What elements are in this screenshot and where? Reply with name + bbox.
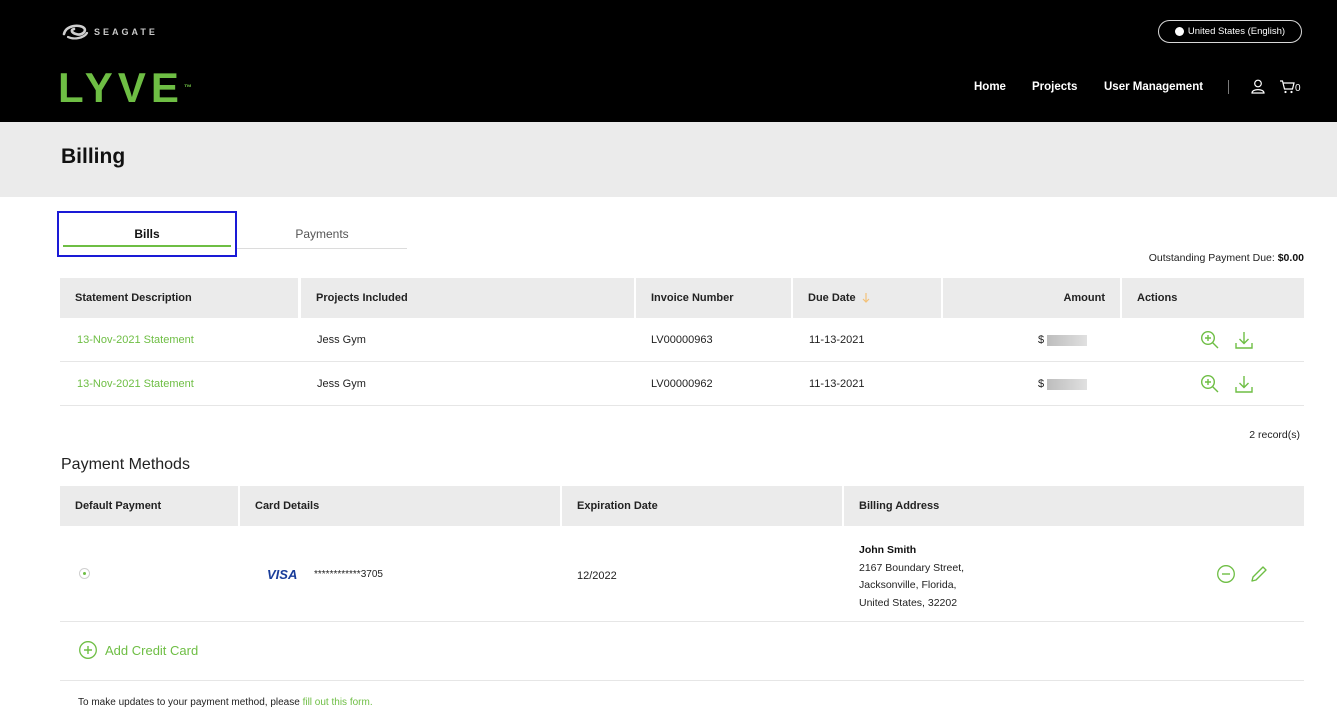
due-date-cell: 11-13-2021 xyxy=(809,378,865,390)
trademark-symbol: ™ xyxy=(183,83,192,92)
download-icon[interactable] xyxy=(1234,330,1254,350)
divider xyxy=(60,680,1304,681)
redacted-amount xyxy=(1047,378,1088,390)
tab-active-indicator xyxy=(63,245,231,247)
add-credit-card-button[interactable]: Add Credit Card xyxy=(78,640,198,660)
zoom-in-icon[interactable] xyxy=(1200,330,1220,350)
table-row: 13-Nov-2021 Statement Jess Gym LV0000096… xyxy=(60,318,1304,362)
bills-table-header: Statement Description Projects Included … xyxy=(60,278,1304,318)
outstanding-value: $0.00 xyxy=(1277,252,1304,264)
redacted-amount xyxy=(1047,334,1088,346)
sort-arrow-down-icon[interactable] xyxy=(861,292,871,304)
globe-icon xyxy=(1174,27,1184,36)
statement-link[interactable]: 13-Nov-2021 Statement xyxy=(77,318,194,362)
user-icon[interactable] xyxy=(1251,79,1265,94)
edit-pencil-icon[interactable] xyxy=(1249,564,1269,584)
zoom-in-icon[interactable] xyxy=(1200,374,1220,394)
language-selector[interactable]: United States (English) xyxy=(1158,20,1302,43)
add-credit-card-label: Add Credit Card xyxy=(105,642,199,658)
address-line: Jacksonville, Florida, xyxy=(859,579,957,591)
col-card-details: Card Details xyxy=(240,486,560,526)
col-statement-description[interactable]: Statement Description xyxy=(60,278,298,318)
seagate-logo[interactable]: SEAGATE xyxy=(60,22,158,42)
top-header: SEAGATE LYVE™ United States (English) Ho… xyxy=(0,0,1337,122)
page-title-band: Billing xyxy=(0,122,1337,197)
lyve-logo[interactable]: LYVE™ xyxy=(58,66,192,110)
page-title: Billing xyxy=(61,145,126,168)
col-expiration-date: Expiration Date xyxy=(562,486,842,526)
col-billing-address: Billing Address xyxy=(844,486,1304,526)
tab-payments-label: Payments xyxy=(295,227,349,241)
outstanding-payment: Outstanding Payment Due: $0.00 xyxy=(1149,252,1304,264)
expiration-date: 12/2022 xyxy=(577,570,617,582)
nav-projects[interactable]: Projects xyxy=(1032,79,1077,95)
address-name: John Smith xyxy=(859,544,917,556)
lyve-wordmark: LYVE xyxy=(58,64,184,111)
visa-logo: VISA xyxy=(267,567,298,582)
due-date-cell: 11-13-2021 xyxy=(809,334,865,346)
col-due-date-label: Due Date xyxy=(808,292,856,304)
nav-user-management[interactable]: User Management xyxy=(1104,79,1203,95)
payment-methods-header: Default Payment Card Details Expiration … xyxy=(60,486,1304,526)
amount-cell: $ xyxy=(1038,362,1088,406)
outstanding-label: Outstanding Payment Due: xyxy=(1148,252,1275,264)
projects-cell: Jess Gym xyxy=(317,378,366,390)
cart-icon xyxy=(1280,80,1295,94)
col-amount[interactable]: Amount xyxy=(943,278,1120,318)
table-row: 13-Nov-2021 Statement Jess Gym LV0000096… xyxy=(60,362,1304,406)
card-number: ************3705 xyxy=(314,569,383,580)
col-invoice-number[interactable]: Invoice Number xyxy=(636,278,791,318)
address-line: United States, 32202 xyxy=(859,596,958,609)
footer-note-text: To make updates to your payment method, … xyxy=(78,697,303,708)
amount-cell: $ xyxy=(1038,318,1088,362)
amount-currency: $ xyxy=(1038,378,1045,390)
col-due-date[interactable]: Due Date xyxy=(793,278,941,318)
download-icon[interactable] xyxy=(1234,374,1254,394)
tab-inactive-underline xyxy=(237,248,407,249)
projects-cell: Jess Gym xyxy=(317,334,366,346)
payment-methods-title: Payment Methods xyxy=(61,456,190,473)
fill-out-form-link[interactable]: fill out this form. xyxy=(303,697,373,708)
col-default-payment: Default Payment xyxy=(60,486,238,526)
plus-circle-icon xyxy=(79,641,97,659)
tab-payments[interactable]: Payments xyxy=(237,211,407,257)
seagate-swirl-icon xyxy=(62,24,89,40)
seagate-wordmark: SEAGATE xyxy=(94,27,158,37)
tab-bills[interactable]: Bills xyxy=(57,211,237,257)
payment-method-row: VISA ************3705 12/2022 John Smith… xyxy=(60,526,1304,622)
cart-count: 0 xyxy=(1295,83,1301,94)
invoice-cell: LV00000963 xyxy=(651,334,713,346)
cart-button[interactable]: 0 xyxy=(1279,79,1301,94)
footer-note: To make updates to your payment method, … xyxy=(78,697,373,708)
nav-home[interactable]: Home xyxy=(974,79,1006,95)
amount-currency: $ xyxy=(1038,334,1045,346)
language-label: United States (English) xyxy=(1187,26,1286,37)
tab-bills-label: Bills xyxy=(134,227,160,241)
col-actions: Actions xyxy=(1122,278,1304,318)
col-projects-included[interactable]: Projects Included xyxy=(301,278,634,318)
default-payment-radio[interactable] xyxy=(79,568,90,579)
billing-address: John Smith 2167 Boundary Street, Jackson… xyxy=(859,542,964,612)
nav-divider xyxy=(1228,80,1229,94)
statement-link[interactable]: 13-Nov-2021 Statement xyxy=(77,362,194,406)
remove-circle-icon[interactable] xyxy=(1216,564,1236,584)
invoice-cell: LV00000962 xyxy=(651,378,713,390)
record-count: 2 record(s) xyxy=(1249,429,1300,441)
address-line: 2167 Boundary Street, xyxy=(859,561,965,574)
